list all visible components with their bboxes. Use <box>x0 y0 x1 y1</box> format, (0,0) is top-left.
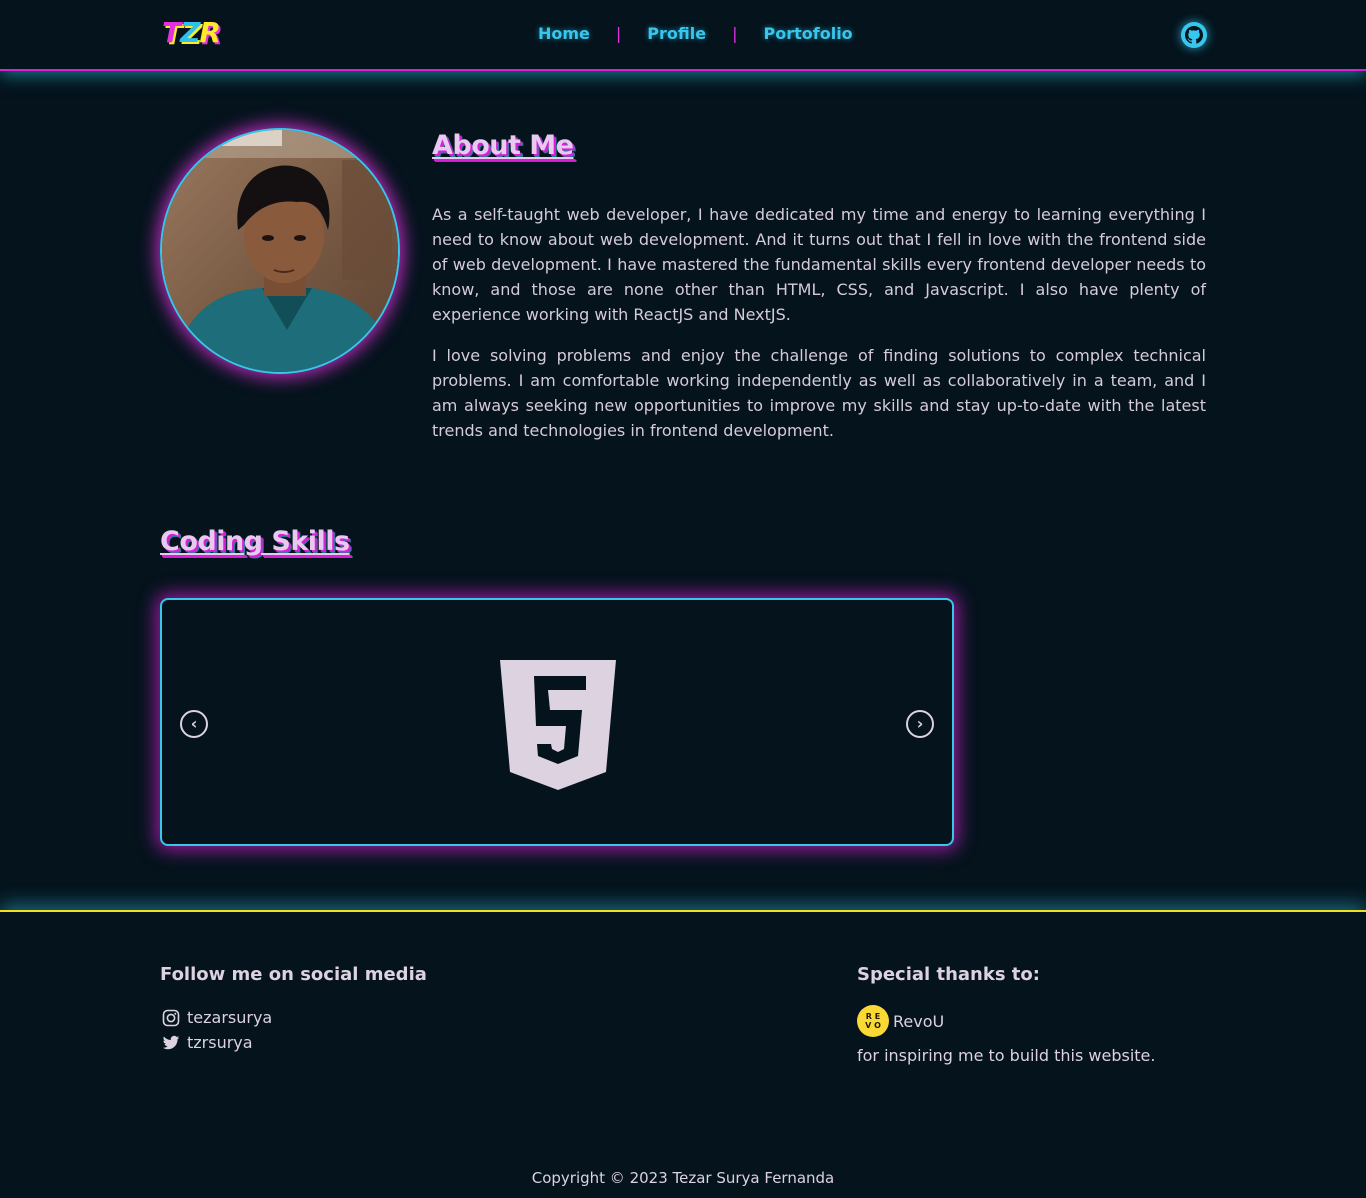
thanks-heading: Special thanks to: <box>857 964 1040 985</box>
logo-letter-r: R <box>199 16 221 49</box>
profile-photo <box>162 130 398 372</box>
instagram-icon <box>162 1009 180 1026</box>
twitter-icon <box>162 1035 180 1049</box>
about-title: About Me <box>432 130 574 161</box>
html5-icon <box>500 660 616 790</box>
about-paragraph: As a self-taught web developer, I have d… <box>432 205 1206 324</box>
social-link-instagram[interactable]: tezarsurya <box>162 1008 272 1027</box>
social-link-twitter[interactable]: tzrsurya <box>162 1033 253 1052</box>
about-text: As a self-taught web developer, I have d… <box>432 202 1206 443</box>
skills-carousel: ‹ › <box>160 598 954 846</box>
github-icon-glyph <box>1185 26 1203 44</box>
follow-heading: Follow me on social media <box>160 964 427 985</box>
nav-separator: | <box>615 24 622 43</box>
site-logo[interactable]: TZR <box>162 16 221 49</box>
revou-logo-icon: R EV O <box>857 1005 889 1037</box>
chevron-left-icon[interactable]: ‹ <box>180 710 208 738</box>
profile-avatar <box>160 128 400 374</box>
main-nav: Home | Profile | Portofolio <box>538 24 853 43</box>
footer: Follow me on social media tezarsurya tzr… <box>0 910 1366 1198</box>
social-handle: tezarsurya <box>187 1008 273 1027</box>
logo-letter-z: Z <box>180 16 200 49</box>
github-icon[interactable] <box>1181 22 1207 48</box>
about-paragraph: I love solving problems and enjoy the ch… <box>432 346 1206 440</box>
revou-link[interactable]: R EV O RevoU <box>857 1005 944 1037</box>
nav-link-home[interactable]: Home <box>538 24 590 43</box>
copyright: Copyright © 2023 Tezar Surya Fernanda <box>531 1169 835 1187</box>
skills-title: Coding Skills <box>160 526 350 557</box>
nav-separator: | <box>732 24 738 43</box>
nav-link-profile[interactable]: Profile <box>647 24 706 43</box>
social-handle: tzrsurya <box>187 1033 253 1052</box>
nav-link-portofolio[interactable]: Portofolio <box>764 24 853 43</box>
chevron-right-icon[interactable]: › <box>906 710 934 738</box>
navbar: TZR Home | Profile | Portofolio <box>0 0 1366 71</box>
thanks-note: for inspiring me to build this website. <box>857 1046 1156 1065</box>
logo-letter-t: T <box>162 16 181 49</box>
revou-name: RevoU <box>893 1011 945 1031</box>
